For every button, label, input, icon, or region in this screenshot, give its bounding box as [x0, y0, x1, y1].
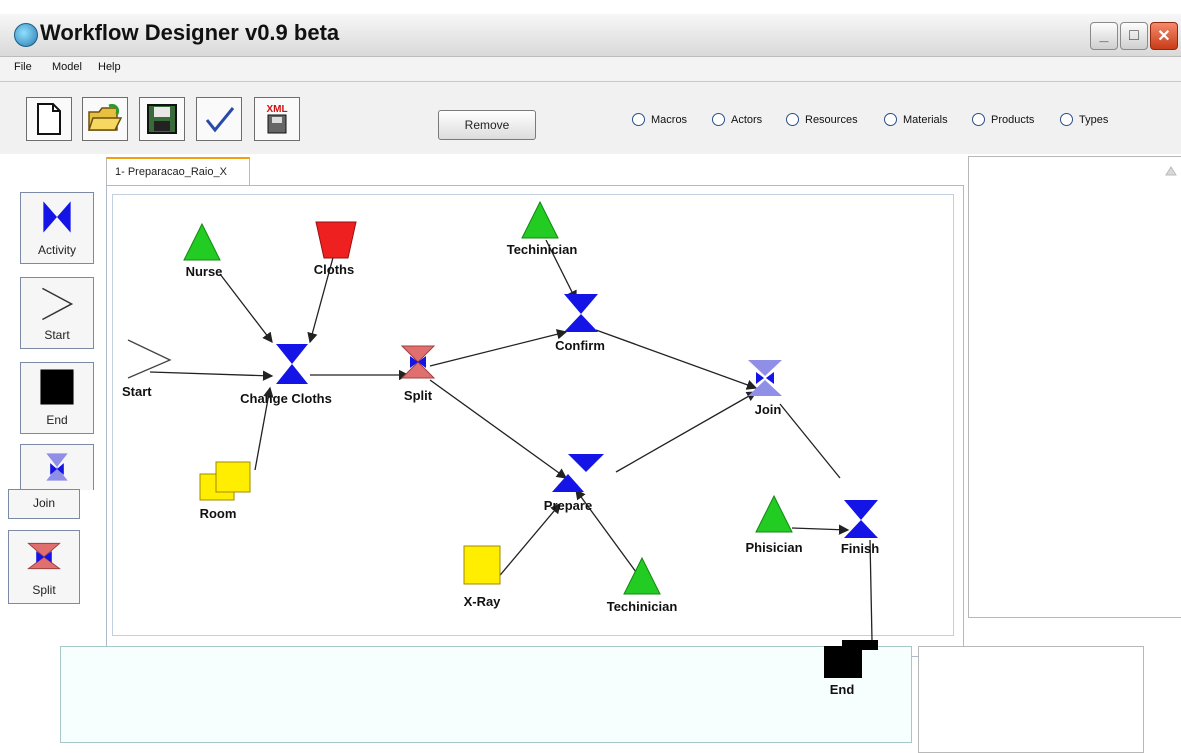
- node-finish-label: Finish: [841, 541, 879, 556]
- node-cloths-label: Cloths: [314, 262, 354, 277]
- edge-start-change: [149, 370, 274, 381]
- edge-split-confirm: [429, 329, 568, 367]
- confirm-activity-icon[interactable]: [564, 294, 598, 314]
- cloths-resource-icon[interactable]: [315, 221, 357, 259]
- change-cloths-activity-icon[interactable]: [276, 344, 308, 364]
- diagram-edges: [149, 239, 873, 641]
- edge-confirm-join: [595, 329, 758, 390]
- node-technician-top-label: Techinician: [507, 242, 578, 257]
- node-confirm-label: Confirm: [555, 338, 605, 353]
- node-xray-label: X-Ray: [464, 594, 502, 609]
- nurse-actor-icon[interactable]: [183, 222, 221, 261]
- node-room-label: Room: [200, 506, 237, 521]
- end-node-icon[interactable]: [824, 646, 862, 678]
- node-end-label: End: [830, 682, 855, 697]
- prepare-activity-icon[interactable]: [568, 454, 604, 472]
- xray-material-icon[interactable]: [463, 545, 501, 585]
- node-start-label: Start: [122, 384, 152, 399]
- split-node-icon[interactable]: [400, 345, 436, 363]
- node-join-label: Join: [755, 402, 782, 417]
- node-nurse-label: Nurse: [186, 264, 223, 279]
- edge-nurse-change: [219, 273, 273, 344]
- edge-xray-prepare: [495, 503, 561, 581]
- physician-actor-icon[interactable]: [755, 494, 793, 533]
- edge-split-prepare: [429, 379, 568, 479]
- node-physician-label: Phisician: [745, 540, 802, 555]
- node-technician-bottom-label: Techinician: [607, 599, 678, 614]
- join-node-icon[interactable]: [748, 360, 782, 376]
- edge-physician-finish: [791, 524, 850, 535]
- node-change-cloths-label: Change Cloths: [240, 391, 332, 406]
- edge-prepare-join: [615, 391, 758, 473]
- node-split-label: Split: [404, 388, 433, 403]
- finish-activity-icon[interactable]: [844, 500, 878, 520]
- edge-join-finish: [779, 403, 841, 479]
- node-prepare-label: Prepare: [544, 498, 592, 513]
- technician-top-actor-icon[interactable]: [521, 200, 559, 239]
- workflow-diagram: Nurse Cloths Start Change Cloths Room Sp…: [122, 200, 879, 697]
